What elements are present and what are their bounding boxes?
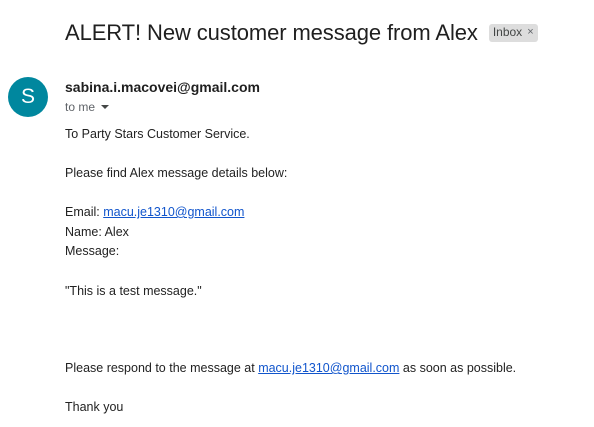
sender-avatar[interactable]: S — [8, 77, 48, 117]
quoted-message: "This is a test message." — [65, 284, 202, 298]
respond-email-link[interactable]: macu.je1310@gmail.com — [258, 361, 399, 375]
recipient-text: to me — [65, 100, 96, 114]
subject-row: ALERT! New customer message from Alex In… — [65, 20, 538, 46]
greeting-line: To Party Stars Customer Service. — [65, 127, 250, 141]
respond-line: Please respond to the message at macu.je… — [65, 361, 516, 375]
inbox-label-chip[interactable]: Inbox × — [488, 24, 538, 42]
email-label: Email: — [65, 205, 104, 219]
email-subject: ALERT! New customer message from Alex — [65, 20, 478, 45]
avatar-letter: S — [20, 85, 35, 108]
respond-suffix: as soon as possible. — [399, 361, 517, 375]
intro-line: Please find Alex message details below: — [65, 166, 288, 180]
name-line: Name: Alex — [65, 225, 129, 239]
chevron-down-icon[interactable] — [101, 105, 110, 109]
email-line: Email: macu.je1310@gmail.com — [65, 205, 244, 219]
recipient-details-toggle[interactable]: to me — [65, 100, 110, 114]
closing-line: Thank you — [65, 400, 124, 414]
respond-prefix: Please respond to the message at — [65, 361, 259, 375]
sender-email[interactable]: sabina.i.macovei@gmail.com — [65, 79, 260, 95]
inbox-label-text: Inbox — [492, 25, 523, 39]
customer-email-link[interactable]: macu.je1310@gmail.com — [103, 205, 244, 219]
message-label: Message: — [65, 244, 120, 258]
remove-label-icon[interactable]: × — [527, 25, 533, 40]
